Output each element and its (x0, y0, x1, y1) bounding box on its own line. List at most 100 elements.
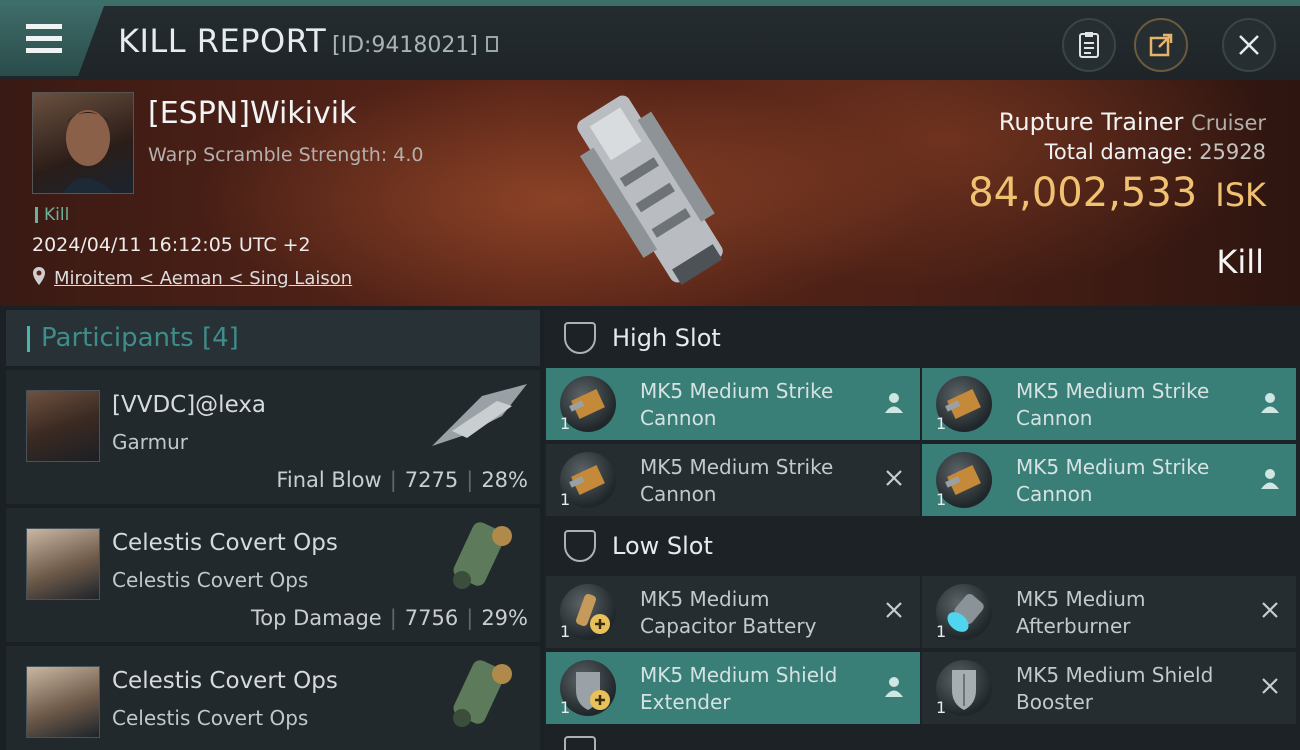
participants-label: Participants (41, 323, 194, 353)
report-id: [ID:9418021] (332, 33, 478, 58)
module-quantity: 1 (936, 490, 947, 509)
module-name: MK5 Medium Strike Cannon (640, 378, 833, 432)
total-damage: Total damage: 25928 (1045, 140, 1266, 164)
menu-icon-bar (26, 48, 62, 53)
pilot-icon (1258, 392, 1282, 416)
module-name: MK5 Medium Strike Cannon (1016, 454, 1209, 508)
module-slot[interactable]: 1 MK5 Medium Strike Cannon (922, 368, 1296, 440)
destroyed-icon (882, 468, 906, 492)
module-name-line1: MK5 Medium (1016, 587, 1146, 611)
total-damage-label: Total damage: (1044, 140, 1194, 164)
destroyed-icon (882, 600, 906, 624)
module-quantity: 1 (560, 414, 571, 433)
participants-count: [4] (202, 323, 239, 353)
participant-row[interactable]: Celestis Covert Ops Celestis Covert Ops (6, 646, 540, 750)
kill-tag-marker (35, 207, 38, 223)
victim-pilot-name[interactable]: [ESPN]Wikivik (148, 96, 356, 131)
participant-damage: 7756 (404, 606, 459, 630)
page-title: KILL REPORT (118, 22, 327, 60)
high-slot-header: High Slot (544, 310, 1300, 366)
module-quantity: 1 (936, 698, 947, 717)
participant-ship-image (422, 514, 532, 594)
module-quantity: 1 (560, 490, 571, 509)
share-icon (1149, 33, 1173, 57)
participant-name: Celestis Covert Ops (112, 668, 338, 694)
participant-stat-label: Final Blow (276, 468, 382, 492)
module-name-line2: Cannon (1016, 406, 1093, 430)
kill-result: Kill (1216, 243, 1264, 281)
isk-unit: ISK (1215, 176, 1266, 214)
module-slot[interactable]: 1 MK5 Medium Shield Extender (546, 652, 920, 724)
module-name-line2: Cannon (640, 482, 717, 506)
high-slot-label: High Slot (612, 324, 721, 352)
warp-scramble-strength: Warp Scramble Strength: 4.0 (148, 144, 424, 166)
participant-name: [VVDC]@lexa (112, 392, 267, 418)
participant-ship-image (422, 652, 532, 732)
copy-icon[interactable] (486, 36, 498, 52)
pilot-icon (1258, 468, 1282, 492)
isk-value: 84,002,533 ISK (968, 170, 1266, 216)
module-name-line1: MK5 Medium (640, 587, 770, 611)
participant-avatar (26, 666, 100, 738)
participant-ship-image (422, 376, 532, 456)
module-name-line1: MK5 Medium Shield (640, 663, 838, 687)
module-slot[interactable]: 1 MK5 Medium Strike Cannon (922, 444, 1296, 516)
destroyed-icon (1258, 600, 1282, 624)
module-slot[interactable]: 1 MK5 Medium Capacitor Battery (546, 576, 920, 648)
participant-ship: Celestis Covert Ops (112, 706, 309, 730)
participant-row[interactable]: [VVDC]@lexa Garmur Final Blow | 7275 | 28% (6, 370, 540, 504)
module-name: MK5 Medium Afterburner (1016, 586, 1145, 640)
participant-avatar (26, 528, 100, 600)
module-slot[interactable]: 1 MK5 Medium Strike Cannon (546, 368, 920, 440)
location-pin-icon (32, 266, 46, 290)
low-slot-icon (564, 530, 596, 562)
participant-percent: 28% (481, 468, 528, 492)
clipboard-button[interactable] (1062, 18, 1116, 72)
module-quantity: 1 (560, 698, 571, 717)
close-button[interactable] (1222, 18, 1276, 72)
module-name: MK5 Medium Strike Cannon (1016, 378, 1209, 432)
participants-accent-bar (27, 326, 30, 352)
module-slot[interactable]: 1 MK5 Medium Shield Booster (922, 652, 1296, 724)
share-button[interactable] (1134, 18, 1188, 72)
participant-name: Celestis Covert Ops (112, 530, 338, 556)
victim-ship-class: Cruiser (1191, 111, 1266, 135)
victim-avatar (63, 110, 113, 193)
victim-ship-image (560, 84, 740, 298)
module-name-line2: Afterburner (1016, 614, 1131, 638)
victim-ship[interactable]: Rupture Trainer Cruiser (999, 108, 1266, 136)
module-name-line1: MK5 Medium Shield (1016, 663, 1214, 687)
location-link[interactable]: Miroitem < Aeman < Sing Laison (54, 268, 352, 289)
module-name: MK5 Medium Shield Booster (1016, 662, 1213, 716)
module-name-line1: MK5 Medium Strike (1016, 455, 1210, 479)
module-name: MK5 Medium Strike Cannon (640, 454, 833, 508)
participant-damage: 7275 (404, 468, 459, 492)
participant-avatar (26, 390, 100, 462)
module-slot[interactable]: 1 MK5 Medium Afterburner (922, 576, 1296, 648)
victim-portrait[interactable] (32, 92, 134, 194)
participant-percent: 29% (481, 606, 528, 630)
pilot-icon (882, 676, 906, 700)
module-quantity: 1 (936, 622, 947, 641)
kill-datetime: 2024/04/11 16:12:05 UTC +2 (32, 234, 311, 256)
participant-ship: Garmur (112, 430, 189, 454)
destroyed-icon (1258, 676, 1282, 700)
participant-stats: Top Damage | 7756 | 29% (250, 606, 528, 630)
module-name-line1: MK5 Medium Strike (640, 379, 834, 403)
participant-stats: Final Blow | 7275 | 28% (276, 468, 528, 492)
module-name-line2: Cannon (640, 406, 717, 430)
victim-ship-name: Rupture Trainer (998, 108, 1184, 136)
clipboard-icon (1079, 32, 1099, 58)
module-name-line2: Extender (640, 690, 731, 714)
total-damage-value: 25928 (1199, 140, 1266, 164)
module-name-line2: Capacitor Battery (640, 614, 817, 638)
module-name-line2: Cannon (1016, 482, 1093, 506)
low-slot-label: Low Slot (612, 532, 713, 560)
module-name-line1: MK5 Medium Strike (1016, 379, 1210, 403)
module-quantity: 1 (560, 622, 571, 641)
module-slot[interactable]: 1 MK5 Medium Strike Cannon (546, 444, 920, 516)
participant-row[interactable]: Celestis Covert Ops Celestis Covert Ops … (6, 508, 540, 642)
module-name: MK5 Medium Shield Extender (640, 662, 837, 716)
participants-title: Participants [4] (41, 323, 239, 353)
pilot-icon (882, 392, 906, 416)
